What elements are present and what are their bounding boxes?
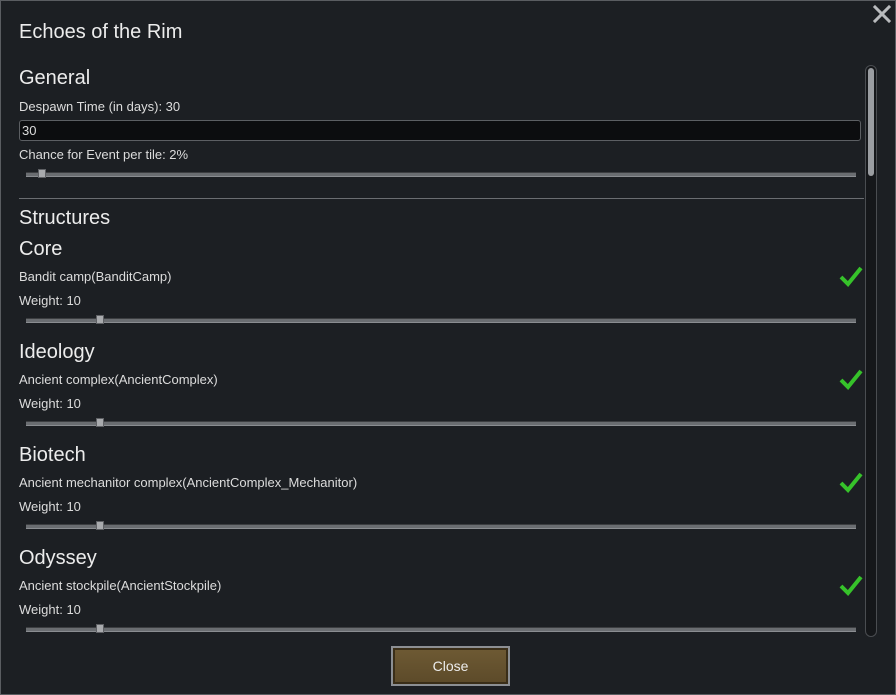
weight-slider[interactable]: [26, 521, 856, 531]
weight-slider[interactable]: [26, 418, 856, 428]
core-heading: Core: [19, 238, 63, 260]
weight-label: Weight: 10: [19, 396, 81, 411]
slider-handle[interactable]: [96, 418, 104, 427]
general-heading: General: [19, 67, 91, 89]
despawn-time-label: Despawn Time (in days): 30: [19, 99, 181, 114]
weight-slider[interactable]: [26, 624, 856, 634]
weight-slider[interactable]: [26, 315, 856, 325]
structures-heading: Structures: [19, 207, 111, 229]
slider-handle[interactable]: [38, 169, 46, 178]
slider-rail: [26, 421, 856, 426]
structure-item-label: Ancient stockpile(AncientStockpile): [19, 578, 222, 593]
despawn-time-field[interactable]: 30: [19, 120, 861, 141]
biotech-heading: Biotech: [19, 444, 86, 466]
event-chance-label: Chance for Event per tile: 2%: [19, 147, 189, 162]
checkmark-icon[interactable]: [838, 574, 864, 596]
settings-scroll-area[interactable]: General Despawn Time (in days): 30 30 Ch…: [19, 63, 864, 637]
weight-label: Weight: 10: [19, 602, 81, 617]
slider-rail: [26, 172, 856, 177]
weight-label: Weight: 10: [19, 293, 81, 308]
slider-rail: [26, 318, 856, 323]
structure-item-label: Ancient complex(AncientComplex): [19, 372, 218, 387]
weight-label: Weight: 10: [19, 499, 81, 514]
window-title: Echoes of the Rim: [19, 21, 183, 43]
slider-handle[interactable]: [96, 315, 104, 324]
checkmark-icon[interactable]: [838, 471, 864, 493]
vertical-scrollbar[interactable]: [865, 65, 877, 637]
checkmark-icon[interactable]: [838, 368, 864, 390]
slider-rail: [26, 627, 856, 632]
slider-handle[interactable]: [96, 521, 104, 530]
close-x-icon[interactable]: [871, 3, 893, 25]
scrollbar-thumb[interactable]: [868, 68, 874, 176]
close-button[interactable]: Close: [391, 646, 510, 686]
mod-settings-window: Echoes of the Rim General Despawn Time (…: [0, 0, 896, 695]
section-divider: [19, 198, 864, 199]
slider-rail: [26, 524, 856, 529]
odyssey-heading: Odyssey: [19, 547, 97, 569]
structure-item-label: Ancient mechanitor complex(AncientComple…: [19, 475, 358, 490]
ideology-heading: Ideology: [19, 341, 95, 363]
checkmark-icon[interactable]: [838, 265, 864, 287]
event-chance-slider[interactable]: [26, 169, 856, 179]
slider-handle[interactable]: [96, 624, 104, 633]
structure-item-label: Bandit camp(BanditCamp): [19, 269, 172, 284]
